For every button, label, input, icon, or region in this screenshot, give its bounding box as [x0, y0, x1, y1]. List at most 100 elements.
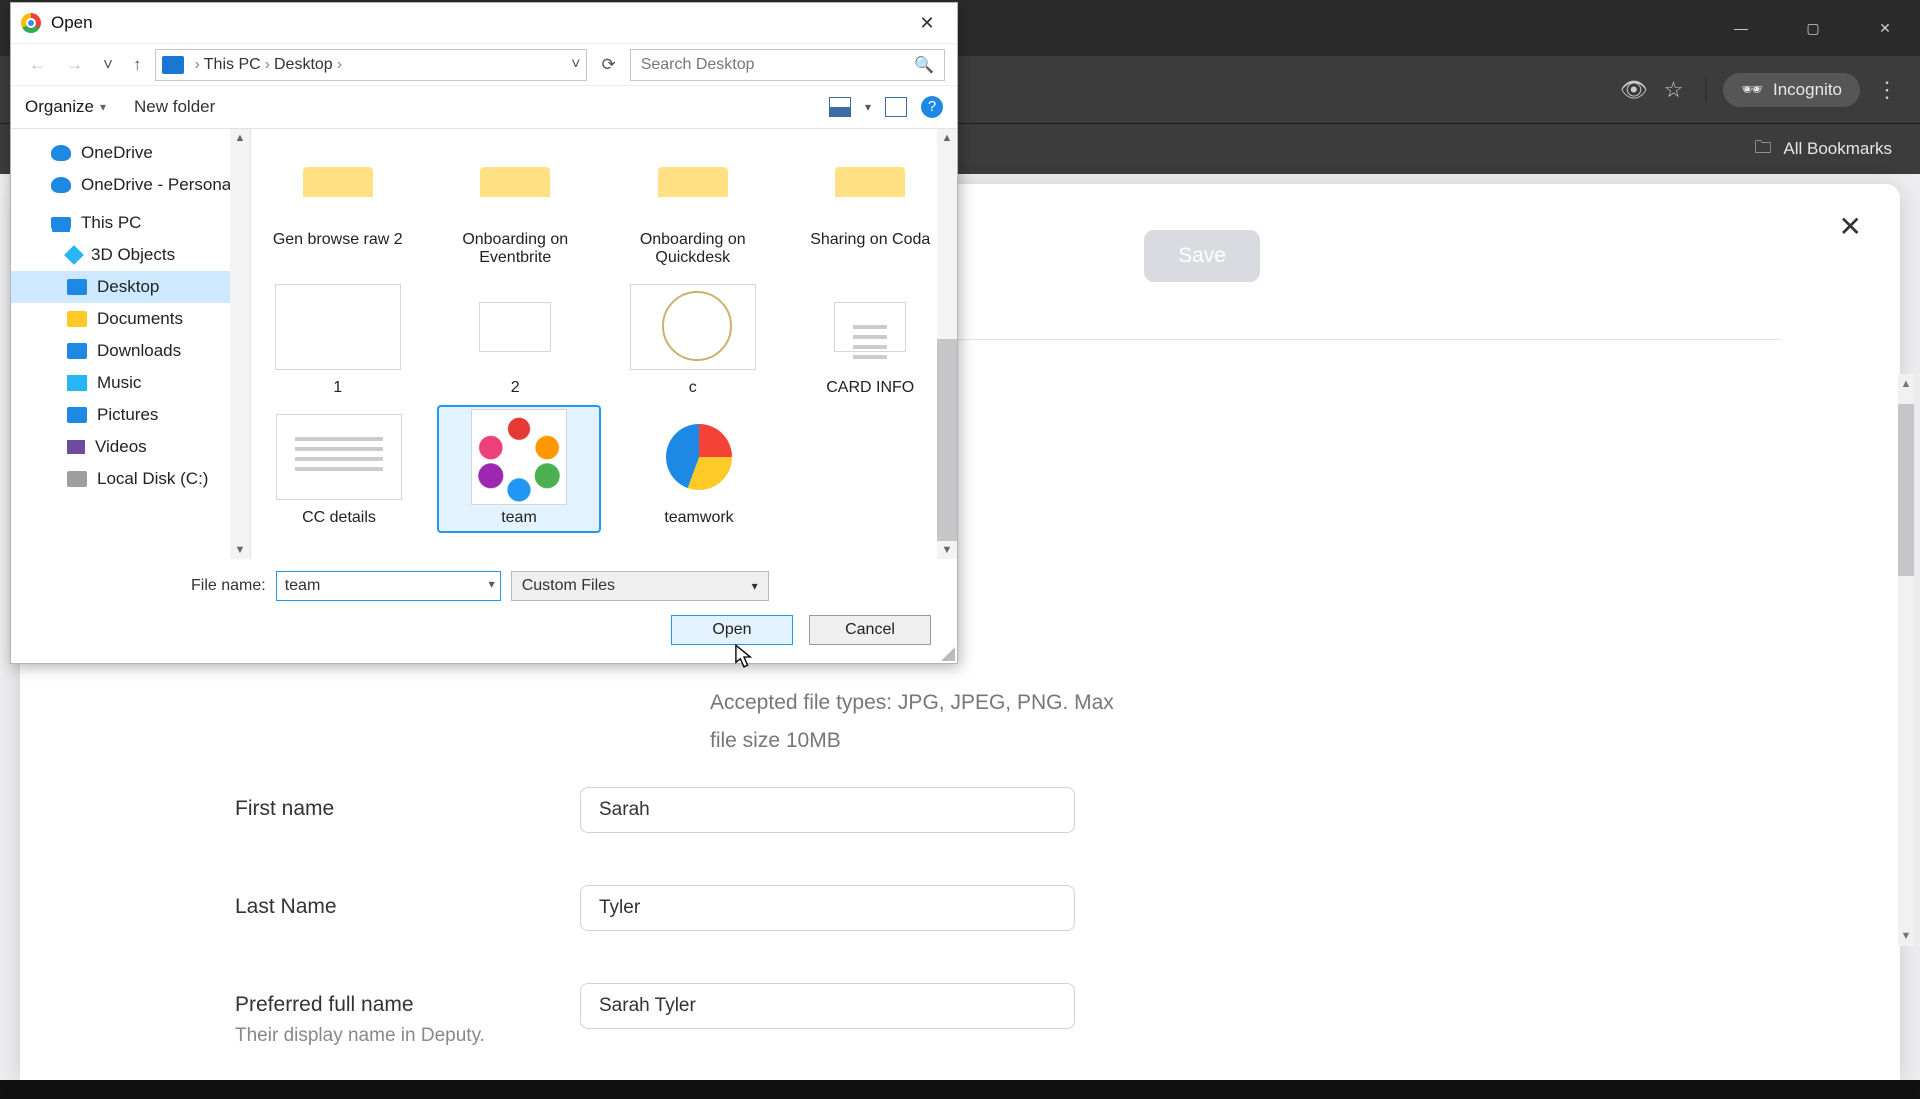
all-bookmarks-label: All Bookmarks	[1783, 139, 1892, 159]
last-name-input[interactable]	[580, 885, 1075, 931]
files-scrollbar[interactable]: ▲ ▼	[937, 129, 957, 559]
last-name-label: Last Name	[235, 885, 580, 919]
all-bookmarks-button[interactable]: 🗀 All Bookmarks	[1754, 135, 1892, 164]
window-maximize-button[interactable]: ▢	[1790, 8, 1836, 48]
search-icon: 🔍	[914, 55, 934, 75]
preview-pane-button[interactable]	[885, 97, 907, 117]
organize-menu[interactable]: Organize ▾	[25, 97, 106, 117]
file-item-image[interactable]: CARD INFO	[792, 277, 950, 401]
file-item-folder[interactable]: Sharing on Coda	[792, 129, 950, 271]
file-list: Gen browse raw 2 Onboarding on Eventbrit…	[251, 129, 957, 559]
upload-hint: Accepted file types: JPG, JPEG, PNG. Max…	[710, 684, 1114, 760]
incognito-chip[interactable]: 🕶 Incognito	[1723, 73, 1860, 107]
scroll-thumb[interactable]	[1898, 404, 1914, 576]
chrome-icon	[21, 13, 41, 33]
new-folder-button[interactable]: New folder	[134, 97, 215, 117]
resize-handle[interactable]	[941, 647, 955, 661]
save-button[interactable]: Save	[1144, 230, 1260, 282]
scroll-up-icon[interactable]: ▲	[937, 129, 957, 147]
tree-music[interactable]: Music	[11, 367, 250, 399]
file-open-dialog: Open ✕ ← → ˅ ↑ › This PC › Desktop › ˅ ⟳…	[10, 2, 958, 664]
file-item-image[interactable]: CC details	[259, 407, 419, 531]
scroll-down-icon[interactable]: ▼	[937, 541, 957, 559]
chevron-down-icon[interactable]: ▾	[489, 577, 495, 591]
tree-onedrive-personal[interactable]: OneDrive - Personal	[11, 169, 250, 201]
incognito-icon: 🕶	[1741, 80, 1763, 100]
incognito-eye-icon: 👁︎	[1620, 77, 1648, 103]
file-item-image[interactable]: 1	[259, 277, 417, 401]
monitor-icon	[51, 217, 71, 229]
preferred-name-input[interactable]	[580, 983, 1075, 1029]
scroll-up-icon[interactable]: ▲	[1898, 374, 1914, 394]
modal-scrollbar[interactable]: ▲ ▼	[1898, 374, 1914, 946]
filename-label: File name:	[191, 577, 266, 595]
nav-up-button[interactable]: ↑	[127, 55, 148, 75]
cancel-button[interactable]: Cancel	[809, 615, 931, 645]
nav-back-button[interactable]: ←	[23, 55, 52, 75]
chevron-right-icon: ›	[194, 56, 199, 74]
search-input[interactable]: Search Desktop 🔍	[630, 49, 945, 81]
open-button[interactable]: Open	[671, 615, 793, 645]
preferred-name-subtext: Their display name in Deputy.	[235, 1025, 580, 1047]
file-item-image[interactable]: c	[614, 277, 772, 401]
file-item-folder[interactable]: Onboarding on Eventbrite	[437, 129, 595, 271]
drive-icon	[162, 56, 184, 74]
chevron-down-icon[interactable]: ▾	[865, 100, 871, 114]
disk-icon	[67, 471, 87, 487]
cloud-icon	[51, 145, 71, 161]
tree-downloads[interactable]: Downloads	[11, 335, 250, 367]
search-placeholder: Search Desktop	[641, 56, 755, 74]
chevron-right-icon: ›	[337, 56, 342, 74]
tree-desktop[interactable]: Desktop	[11, 271, 250, 303]
cloud-icon	[51, 177, 71, 193]
file-item-folder[interactable]: Onboarding on Quickdesk	[614, 129, 772, 271]
filetype-select[interactable]: Custom Files▾	[511, 571, 769, 601]
window-minimize-button[interactable]: —	[1718, 8, 1764, 48]
modal-close-button[interactable]: ✕	[1839, 210, 1862, 243]
chevron-down-icon[interactable]: ˅	[571, 56, 580, 74]
window-close-button[interactable]: ✕	[1862, 8, 1908, 48]
cube-icon	[64, 245, 84, 265]
breadcrumb[interactable]: › This PC › Desktop › ˅	[155, 49, 587, 81]
file-item-team-selected[interactable]: team	[439, 407, 599, 531]
nav-recent-button[interactable]: ˅	[97, 55, 119, 75]
filename-input[interactable]	[276, 571, 501, 601]
first-name-input[interactable]	[580, 787, 1075, 833]
tree-videos[interactable]: Videos	[11, 431, 250, 463]
tree-3d-objects[interactable]: 3D Objects	[11, 239, 250, 271]
chrome-menu-icon[interactable]: ⋮	[1876, 77, 1898, 103]
dialog-close-button[interactable]: ✕	[907, 13, 947, 34]
folder-tree: OneDrive OneDrive - Personal This PC 3D …	[11, 129, 251, 559]
bookmark-star-icon[interactable]: ☆	[1664, 77, 1684, 103]
scroll-down-icon[interactable]: ▼	[230, 541, 250, 559]
file-item-image[interactable]: teamwork	[619, 407, 779, 531]
scroll-down-icon[interactable]: ▼	[1898, 926, 1914, 946]
refresh-button[interactable]: ⟳	[595, 55, 621, 75]
file-item-folder[interactable]: Gen browse raw 2	[259, 129, 417, 271]
folder-icon	[67, 311, 87, 327]
chevron-down-icon: ▾	[100, 100, 106, 114]
scroll-up-icon[interactable]: ▲	[230, 129, 250, 147]
folder-icon: 🗀	[1754, 135, 1771, 164]
download-icon	[67, 343, 87, 359]
pictures-icon	[67, 407, 87, 423]
view-mode-button[interactable]	[829, 97, 851, 117]
tree-documents[interactable]: Documents	[11, 303, 250, 335]
scroll-thumb[interactable]	[937, 339, 957, 541]
tree-this-pc[interactable]: This PC	[11, 207, 250, 239]
video-icon	[67, 440, 85, 454]
first-name-label: First name	[235, 787, 580, 821]
music-icon	[67, 375, 87, 391]
preferred-name-label: Preferred full name	[235, 983, 580, 1017]
tree-pictures[interactable]: Pictures	[11, 399, 250, 431]
help-button[interactable]: ?	[921, 96, 943, 118]
breadcrumb-desktop[interactable]: Desktop	[274, 56, 333, 74]
tree-scrollbar[interactable]: ▲ ▼	[230, 129, 250, 559]
tree-local-disk[interactable]: Local Disk (C:)	[11, 463, 250, 495]
breadcrumb-this-pc[interactable]: This PC	[204, 56, 261, 74]
nav-forward-button[interactable]: →	[60, 55, 89, 75]
file-item-image[interactable]: 2	[437, 277, 595, 401]
chevron-down-icon: ▾	[752, 579, 758, 593]
side-panel-icon[interactable]	[1699, 77, 1707, 103]
tree-onedrive[interactable]: OneDrive	[11, 137, 250, 169]
